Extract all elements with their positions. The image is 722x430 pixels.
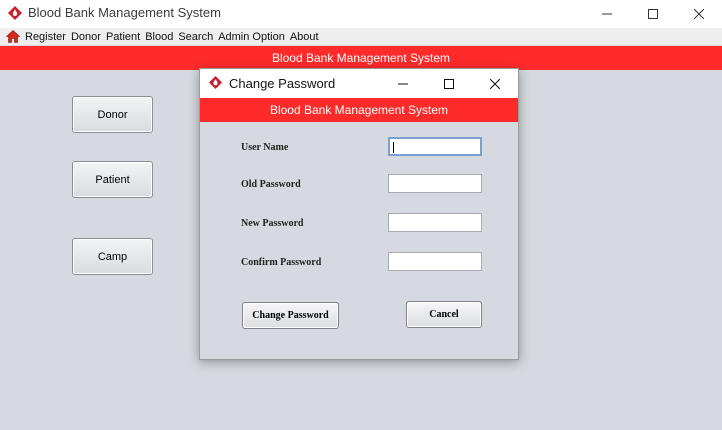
menu-item-donor[interactable]: Donor <box>71 31 101 43</box>
dialog-close-button[interactable] <box>472 69 518 98</box>
new-password-label: New Password <box>241 218 304 229</box>
change-password-button[interactable]: Change Password <box>242 302 339 329</box>
cancel-button[interactable]: Cancel <box>406 301 482 328</box>
confirm-password-input[interactable] <box>388 252 482 271</box>
user-name-input[interactable] <box>388 137 482 156</box>
menu-item-admin-option[interactable]: Admin Option <box>218 31 285 43</box>
dialog-banner: Blood Bank Management System <box>200 98 518 122</box>
minimize-button[interactable] <box>584 0 630 28</box>
close-icon <box>490 78 500 89</box>
camp-button[interactable]: Camp <box>72 238 153 275</box>
confirm-password-label: Confirm Password <box>241 257 322 268</box>
close-icon <box>694 9 704 19</box>
dialog-title: Change Password <box>229 76 336 91</box>
user-name-label: User Name <box>241 142 289 153</box>
main-banner: Blood Bank Management System <box>0 46 722 70</box>
donor-button[interactable]: Donor <box>72 96 153 133</box>
dialog-minimize-button[interactable] <box>380 69 426 98</box>
minimize-icon <box>602 13 612 15</box>
menu-item-register[interactable]: Register <box>25 31 66 43</box>
change-password-dialog: Change Password Blood Bank Management Sy… <box>199 68 519 360</box>
patient-button[interactable]: Patient <box>72 161 153 198</box>
minimize-icon <box>398 83 408 84</box>
dialog-titlebar: Change Password <box>200 69 518 98</box>
new-password-input[interactable] <box>388 213 482 232</box>
blood-drop-icon <box>209 76 222 89</box>
dialog-maximize-button[interactable] <box>426 69 472 98</box>
close-button[interactable] <box>676 0 722 28</box>
maximize-icon <box>648 9 658 19</box>
old-password-input[interactable] <box>388 174 482 193</box>
window-titlebar: Blood Bank Management System <box>0 0 722 28</box>
menu-item-blood[interactable]: Blood <box>145 31 173 43</box>
old-password-label: Old Password <box>241 179 301 190</box>
window-title: Blood Bank Management System <box>28 5 221 20</box>
menu-bar: Register Donor Patient Blood Search Admi… <box>0 28 722 45</box>
maximize-icon <box>444 78 454 89</box>
menu-item-about[interactable]: About <box>290 31 319 43</box>
menu-item-patient[interactable]: Patient <box>106 31 140 43</box>
blood-drop-icon <box>8 6 22 20</box>
text-caret <box>393 142 394 153</box>
maximize-button[interactable] <box>630 0 676 28</box>
home-icon[interactable] <box>6 30 20 43</box>
menu-item-search[interactable]: Search <box>178 31 213 43</box>
